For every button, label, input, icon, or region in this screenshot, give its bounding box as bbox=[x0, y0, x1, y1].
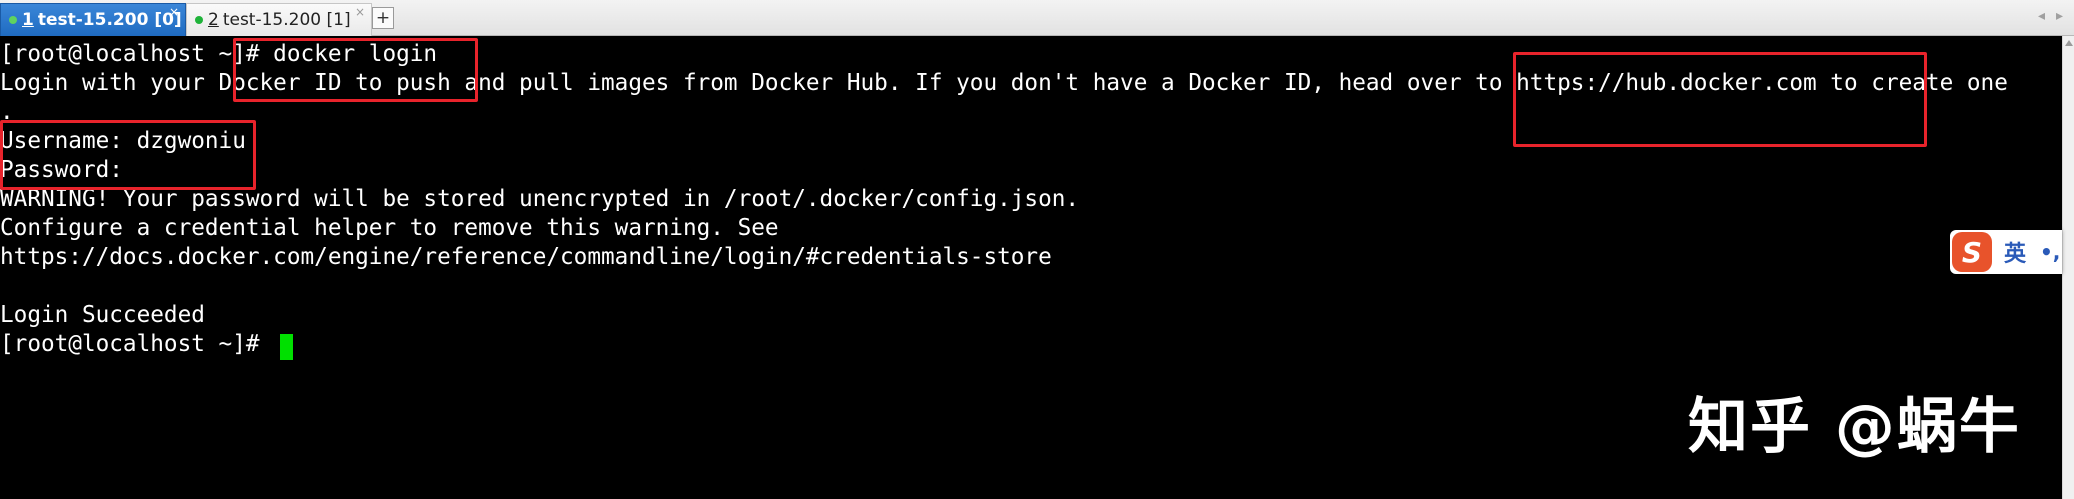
tab-number: 2 bbox=[208, 10, 219, 30]
tab-scroll-left-icon[interactable]: ◂ bbox=[2038, 8, 2045, 24]
terminal-cursor bbox=[280, 334, 293, 360]
tab-session-1[interactable]: 1 test-15.200 [0] × bbox=[0, 3, 186, 36]
input-method-toolbar[interactable]: S 英 •, bbox=[1950, 230, 2062, 274]
tab-label: test-15.200 [1] bbox=[222, 10, 351, 30]
tab-label: test-15.200 [0] bbox=[37, 10, 182, 30]
terminal-line: Configure a credential helper to remove … bbox=[0, 215, 779, 241]
scroll-up-icon[interactable] bbox=[2065, 40, 2073, 46]
close-icon[interactable]: × bbox=[169, 6, 179, 18]
ime-punctuation-toggle[interactable]: •, bbox=[2040, 240, 2060, 264]
session-tab-bar: 1 test-15.200 [0] × 2 test-15.200 [1] × … bbox=[0, 0, 2074, 36]
connected-status-icon bbox=[9, 16, 17, 24]
highlight-docker-hub-url bbox=[1513, 52, 1927, 147]
close-icon[interactable]: × bbox=[355, 6, 365, 18]
highlight-credentials bbox=[0, 120, 256, 190]
ime-language-toggle[interactable]: 英 bbox=[2004, 236, 2026, 268]
terminal-app-window: 1 test-15.200 [0] × 2 test-15.200 [1] × … bbox=[0, 0, 2074, 499]
terminal-prompt-line: [root@localhost ~]# bbox=[0, 331, 274, 357]
connected-status-icon bbox=[195, 16, 203, 24]
highlight-docker-login bbox=[233, 38, 478, 102]
tab-number: 1 bbox=[22, 10, 34, 30]
terminal-line: Login Succeeded bbox=[0, 302, 205, 328]
tab-scroll-right-icon[interactable]: ▸ bbox=[2056, 8, 2063, 24]
vertical-scrollbar[interactable] bbox=[2062, 36, 2074, 499]
tab-session-2[interactable]: 2 test-15.200 [1] × bbox=[186, 3, 372, 36]
terminal-line: https://docs.docker.com/engine/reference… bbox=[0, 244, 1052, 270]
sogou-logo-icon[interactable]: S bbox=[1952, 232, 1992, 272]
add-tab-button[interactable]: + bbox=[372, 7, 394, 29]
zhihu-watermark: 知乎 @蜗牛 bbox=[1688, 392, 2021, 462]
